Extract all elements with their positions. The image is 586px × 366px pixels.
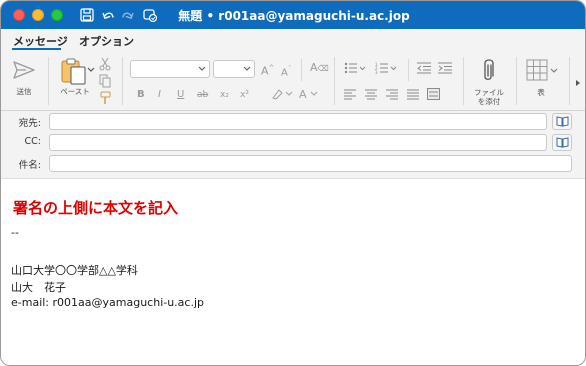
attach-file-button-label-line2[interactable]: を添付 — [467, 97, 511, 106]
compose-window: 無題 • r001aa@yamaguchi-u.ac.jop メッセージ オプシ… — [0, 0, 586, 366]
superscript-button[interactable]: x² — [240, 89, 249, 101]
message-body-editor[interactable]: 署名の上側に本文を記入 -- 山口大学〇〇学部△△学科 山大 花子 e-mail… — [1, 179, 585, 365]
paste-icon[interactable] — [59, 56, 89, 86]
signature-email: e-mail: r001aa@yamaguchi-u.ac.jp — [11, 296, 205, 309]
increase-font-size-icon: A^ — [261, 64, 275, 78]
title-bar: 無題 • r001aa@yamaguchi-u.ac.jop — [1, 1, 585, 29]
ribbon-separator — [48, 57, 49, 105]
selected-tab-indicator — [12, 48, 61, 50]
ribbon-separator — [516, 57, 517, 105]
font-name-dropdown[interactable] — [130, 60, 210, 78]
svg-text:3: 3 — [375, 70, 378, 74]
font-size-dropdown[interactable] — [213, 60, 255, 78]
window-title: 無題 • r001aa@yamaguchi-u.ac.jop — [178, 9, 410, 23]
table-icon[interactable] — [526, 59, 548, 81]
ribbon-toolbar: 送信 ペースト A^ Aˇ A⌫ B I U ab x₂ x² A 1 2 3 … — [1, 51, 585, 111]
strikethrough-button[interactable]: ab — [197, 89, 208, 101]
cc-address-book-button[interactable] — [552, 134, 572, 151]
ribbon-separator — [122, 57, 123, 105]
attach-file-button-label-line1[interactable]: ファイル — [467, 88, 511, 97]
cut-icon — [99, 57, 111, 71]
address-book-icon — [556, 116, 569, 127]
ribbon-separator — [301, 59, 302, 81]
align-center-icon — [365, 89, 377, 100]
underline-button[interactable]: U — [177, 89, 184, 101]
to-label: 宛先: — [18, 118, 41, 129]
increase-indent-icon — [438, 62, 452, 74]
signature-affiliation: 山口大学〇〇学部△△学科 — [11, 264, 138, 277]
decrease-font-size-icon: Aˇ — [281, 65, 292, 79]
subject-row: 件名: — [1, 153, 585, 175]
to-field[interactable] — [49, 113, 547, 130]
paperclip-icon[interactable] — [480, 58, 496, 84]
table-button-label[interactable]: 表 — [526, 88, 556, 97]
subject-label: 件名: — [18, 160, 41, 171]
svg-text:A: A — [299, 88, 307, 100]
signature-separator: -- — [11, 226, 19, 239]
cc-row: CC: — [1, 132, 585, 154]
ribbon-separator — [569, 57, 570, 105]
to-row: 宛先: — [1, 111, 585, 133]
paragraph-shading-icon — [427, 88, 440, 100]
align-right-icon — [386, 89, 398, 100]
copy-icon — [99, 74, 111, 88]
tab-options[interactable]: オプション — [79, 33, 134, 49]
subject-field[interactable] — [49, 155, 572, 172]
instruction-note: 署名の上側に本文を記入 — [13, 199, 179, 217]
cc-label: CC: — [24, 136, 41, 147]
highlight-icon — [272, 89, 293, 100]
send-icon[interactable] — [12, 59, 36, 81]
ribbon-more-icon[interactable] — [574, 79, 582, 87]
decrease-indent-icon — [417, 62, 431, 74]
paste-button-label[interactable]: ペースト — [55, 87, 95, 96]
font-color-icon: A — [299, 88, 318, 100]
subscript-button[interactable]: x₂ — [220, 89, 229, 101]
ribbon-tabs: メッセージ オプション — [1, 29, 585, 51]
signature-name: 山大 花子 — [11, 281, 66, 294]
chevron-down-icon — [243, 66, 251, 71]
to-address-book-button[interactable] — [552, 113, 572, 130]
message-header: 宛先: CC: 件名: — [1, 111, 585, 179]
bulleted-list-icon — [344, 62, 366, 74]
bold-button[interactable]: B — [137, 89, 145, 101]
italic-button[interactable]: I — [158, 89, 161, 101]
clear-formatting-icon: A⌫ — [310, 61, 329, 74]
paste-options-chevron-icon[interactable] — [87, 67, 95, 73]
ribbon-separator — [408, 59, 409, 81]
address-book-icon — [556, 137, 569, 148]
align-left-icon — [344, 89, 356, 100]
ribbon-separator — [463, 57, 464, 105]
format-painter-icon — [100, 91, 111, 104]
cc-field[interactable] — [49, 134, 547, 151]
justify-icon — [407, 89, 419, 100]
ribbon-separator — [334, 57, 335, 105]
send-button-label[interactable]: 送信 — [9, 87, 39, 96]
chevron-down-icon — [198, 66, 206, 71]
numbered-list-icon: 1 2 3 — [375, 62, 397, 74]
tab-message[interactable]: メッセージ — [13, 33, 68, 49]
table-options-chevron-icon[interactable] — [550, 68, 558, 74]
